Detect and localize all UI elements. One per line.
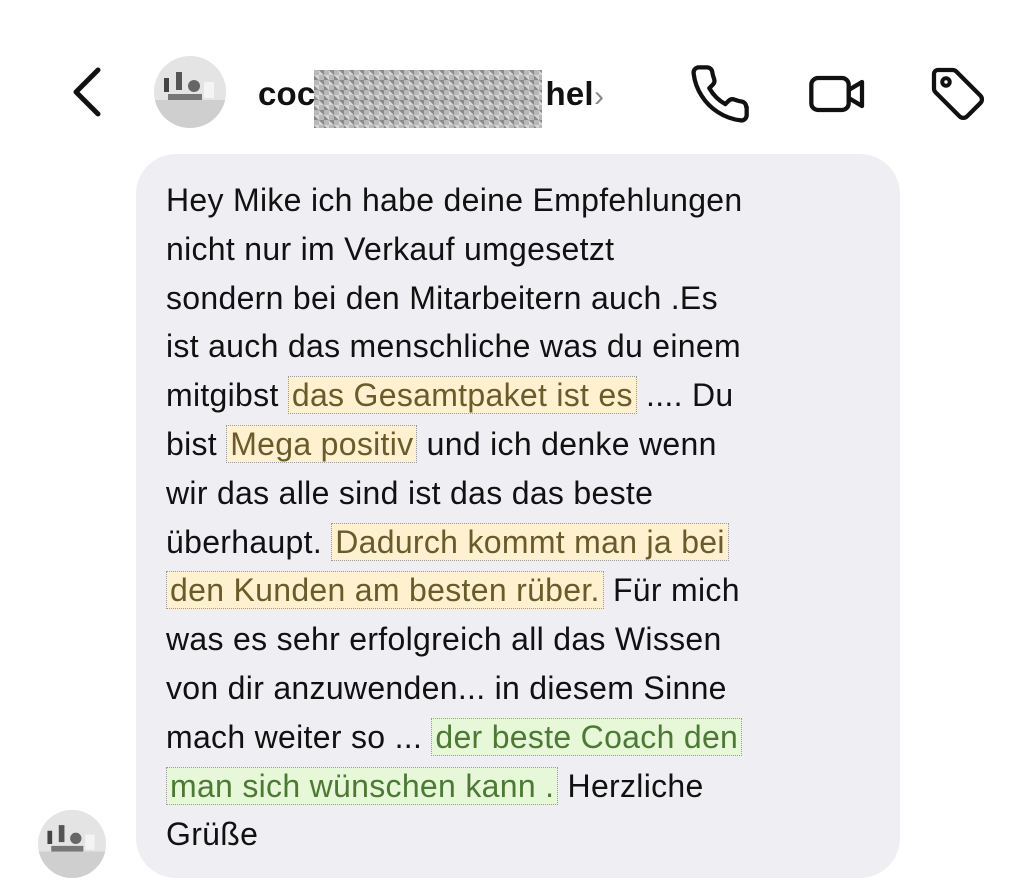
video-camera-icon bbox=[809, 75, 865, 113]
message-line: Hey Mike ich habe deine Empfehlungen bbox=[166, 182, 743, 218]
contact-avatar[interactable] bbox=[154, 56, 226, 128]
contact-name-link[interactable]: coc hel › bbox=[258, 68, 604, 128]
highlight-yellow: das Gesamtpaket ist es bbox=[287, 376, 637, 415]
avatar-image bbox=[154, 56, 226, 128]
sender-avatar[interactable] bbox=[38, 810, 106, 878]
chevron-right-icon: › bbox=[594, 80, 604, 113]
tag-button[interactable] bbox=[926, 62, 990, 126]
avatar-image bbox=[38, 810, 106, 878]
highlight-yellow: den Kunden am besten rüber. bbox=[166, 571, 604, 610]
message-line: wir das alle sind ist das das beste bbox=[166, 474, 654, 511]
highlight-yellow: Mega positiv bbox=[226, 424, 418, 463]
chat-header: coc hel › bbox=[0, 0, 1024, 150]
message-line: von dir anzuwenden... in diesem Sinne bbox=[166, 669, 727, 706]
message-line: nicht nur im Verkauf umgesetzt bbox=[166, 230, 615, 267]
call-button[interactable] bbox=[688, 62, 752, 126]
phone-icon bbox=[691, 65, 749, 123]
message-line: bist Mega positiv und ich denke wenn bbox=[166, 424, 717, 463]
message-line: überhaupt. Dadurch kommt man ja bei bbox=[166, 518, 886, 567]
pixelated-name-mask bbox=[314, 70, 542, 128]
video-call-button[interactable] bbox=[806, 62, 870, 126]
highlight-green: man sich wünschen kann . bbox=[166, 766, 559, 805]
back-chevron-icon bbox=[73, 67, 101, 117]
highlight-yellow: Dadurch kommt man ja bei bbox=[331, 522, 729, 561]
tag-icon bbox=[931, 67, 984, 120]
message-text: Hey Mike ich habe deine Empfehlungen nic… bbox=[166, 176, 886, 859]
message-line: den Kunden am besten rüber. Für mich bbox=[166, 566, 886, 615]
highlight-green: der beste Coach den bbox=[431, 717, 743, 756]
message-line: ist auch das menschliche was du einem bbox=[166, 328, 741, 365]
message-line: mach weiter so ... der beste Coach den bbox=[166, 713, 886, 762]
message-line: Grüße bbox=[166, 816, 259, 853]
message-line: sondern bei den Mitarbeitern auch .Es bbox=[166, 279, 718, 316]
message-line: mitgibst das Gesamtpaket ist es .... Du bbox=[166, 376, 734, 415]
back-button[interactable] bbox=[62, 62, 114, 122]
message-line: man sich wünschen kann . Herzliche bbox=[166, 762, 886, 811]
message-line: was es sehr erfolgreich all das Wissen bbox=[166, 621, 722, 658]
